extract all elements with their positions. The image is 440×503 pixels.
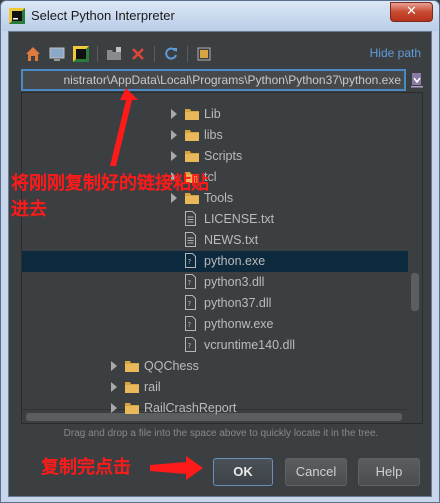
ok-button[interactable]: OK bbox=[213, 458, 273, 486]
tree-file-row[interactable]: NEWS.txt bbox=[22, 230, 408, 251]
cancel-button[interactable]: Cancel bbox=[285, 458, 347, 486]
file-tree[interactable]: Lib libs Scripts tcl Tools LICENSE.txt NEWS.tx… bbox=[21, 92, 423, 424]
tree-item-label: Lib bbox=[204, 107, 221, 121]
path-input[interactable]: nistrator\AppData\Local\Programs\Python\… bbox=[21, 69, 406, 91]
toolbar-separator bbox=[187, 46, 188, 62]
tree-folder-row[interactable]: libs bbox=[22, 125, 408, 146]
help-button[interactable]: Help bbox=[358, 458, 420, 486]
binary-file-icon: ? bbox=[185, 316, 196, 331]
binary-file-icon: ? bbox=[185, 337, 196, 352]
title-bar[interactable]: Select Python Interpreter ✕ bbox=[1, 1, 439, 31]
tree-folder-row[interactable]: Lib bbox=[22, 104, 408, 125]
binary-file-icon: ? bbox=[185, 253, 196, 268]
tree-item-label: Scripts bbox=[204, 149, 243, 163]
binary-file-icon: ? bbox=[185, 274, 196, 289]
text-file-icon bbox=[185, 232, 196, 247]
tree-item-label: QQChess bbox=[144, 359, 199, 373]
expand-arrow-icon[interactable] bbox=[171, 109, 177, 119]
tree-item-label: vcruntime140.dll bbox=[204, 338, 296, 352]
tree-item-label: python37.dll bbox=[204, 296, 272, 310]
expand-arrow-icon[interactable] bbox=[171, 130, 177, 140]
folder-icon bbox=[185, 151, 199, 162]
tree-file-row[interactable]: ? vcruntime140.dll bbox=[22, 335, 408, 356]
new-folder-icon[interactable] bbox=[104, 44, 124, 64]
expand-arrow-icon[interactable] bbox=[111, 361, 117, 371]
tree-file-row[interactable]: ? python37.dll bbox=[22, 293, 408, 314]
tree-item-label: rail bbox=[144, 380, 161, 394]
dialog-window: Select Python Interpreter ✕ Hide path ni… bbox=[0, 0, 440, 503]
folder-icon bbox=[185, 109, 199, 120]
show-hidden-icon[interactable] bbox=[194, 44, 214, 64]
folder-icon bbox=[125, 403, 139, 414]
tree-item-label: pythonw.exe bbox=[204, 317, 274, 331]
tree-item-label: python.exe bbox=[204, 254, 266, 268]
toolbar-separator bbox=[97, 46, 98, 62]
click-annotation: 复制完点击 bbox=[41, 457, 131, 478]
drag-drop-hint: Drag and drop a file into the space abov… bbox=[63, 428, 379, 439]
tree-folder-row[interactable]: rail bbox=[22, 377, 408, 398]
tree-item-label: NEWS.txt bbox=[204, 233, 259, 247]
folder-icon bbox=[185, 130, 199, 141]
svg-text:?: ? bbox=[188, 279, 192, 287]
svg-text:?: ? bbox=[188, 258, 192, 266]
vertical-scrollbar-thumb[interactable] bbox=[411, 273, 419, 311]
close-icon: ✕ bbox=[406, 4, 417, 19]
dialog-content: Hide path nistrator\AppData\Local\Progra… bbox=[8, 31, 432, 497]
svg-text:?: ? bbox=[188, 342, 192, 350]
delete-icon[interactable] bbox=[128, 44, 148, 64]
tree-item-label: libs bbox=[204, 128, 223, 142]
tree-folder-row[interactable]: Scripts bbox=[22, 146, 408, 167]
expand-arrow-icon[interactable] bbox=[171, 151, 177, 161]
tree-item-label: python3.dll bbox=[204, 275, 265, 289]
refresh-icon[interactable] bbox=[161, 44, 181, 64]
tree-item-label: RailCrashReport bbox=[144, 401, 237, 415]
toolbar bbox=[23, 43, 214, 65]
home-icon[interactable] bbox=[23, 44, 43, 64]
binary-file-icon: ? bbox=[185, 295, 196, 310]
tree-file-row[interactable]: ? python3.dll bbox=[22, 272, 408, 293]
folder-icon bbox=[125, 361, 139, 372]
expand-arrow-icon[interactable] bbox=[111, 382, 117, 392]
folder-icon bbox=[125, 382, 139, 393]
paste-annotation: 将刚刚复制好的链接粘贴进去 bbox=[11, 173, 209, 220]
window-title: Select Python Interpreter bbox=[31, 8, 175, 23]
tree-file-row[interactable]: ? python.exe bbox=[22, 251, 408, 272]
hide-path-link[interactable]: Hide path bbox=[370, 46, 421, 60]
toolbar-separator bbox=[154, 46, 155, 62]
tree-folder-row[interactable]: QQChess bbox=[22, 356, 408, 377]
path-history-icon[interactable] bbox=[410, 72, 424, 88]
project-icon[interactable] bbox=[71, 44, 91, 64]
tree-folder-row[interactable]: RailCrashReport bbox=[22, 398, 408, 419]
expand-arrow-icon[interactable] bbox=[111, 403, 117, 413]
window-close-button[interactable]: ✕ bbox=[390, 2, 433, 22]
vertical-scrollbar[interactable] bbox=[408, 93, 422, 411]
path-input-text: nistrator\AppData\Local\Programs\Python\… bbox=[63, 73, 401, 87]
tree-file-row[interactable]: ? pythonw.exe bbox=[22, 314, 408, 335]
desktop-icon[interactable] bbox=[47, 44, 67, 64]
svg-text:?: ? bbox=[188, 300, 192, 308]
svg-text:?: ? bbox=[188, 321, 192, 329]
pycharm-app-icon bbox=[9, 8, 25, 24]
